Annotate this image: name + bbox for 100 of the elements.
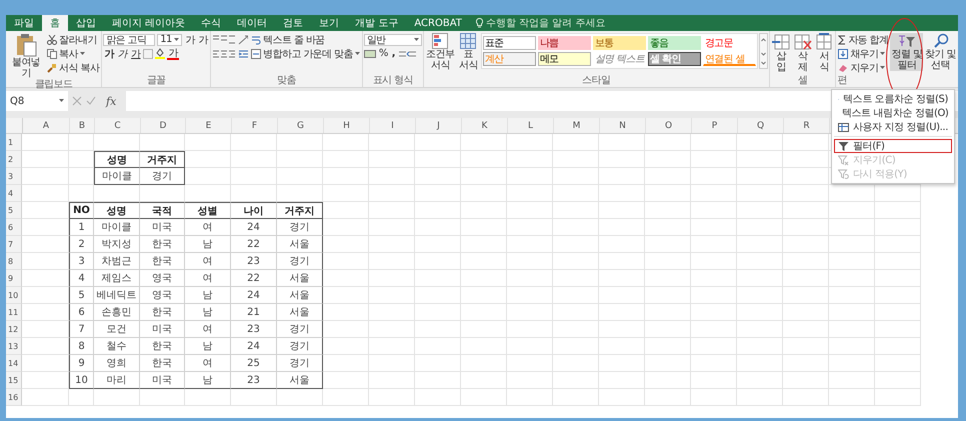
column-header[interactable]: K bbox=[462, 118, 508, 133]
cell-style[interactable]: 설명 텍스트 bbox=[592, 52, 646, 66]
row-header[interactable]: 2 bbox=[6, 151, 22, 168]
grid-cell bbox=[599, 287, 645, 304]
column-header[interactable]: J bbox=[416, 118, 462, 133]
row-header[interactable]: 14 bbox=[6, 355, 22, 372]
grid-cell bbox=[691, 168, 737, 185]
ribbon-tab[interactable]: 페이지 레이아웃 bbox=[104, 15, 194, 31]
row-header[interactable]: 5 bbox=[6, 202, 22, 219]
font-size-field[interactable]: 11 bbox=[157, 34, 182, 46]
grid-cell bbox=[599, 151, 645, 168]
column-header[interactable]: D bbox=[141, 118, 186, 133]
column-header[interactable]: I bbox=[370, 118, 416, 133]
ribbon-tab[interactable]: 삽입 bbox=[68, 15, 104, 31]
grid-cell bbox=[691, 270, 737, 287]
row-header[interactable]: 12 bbox=[6, 321, 22, 338]
row-header[interactable]: 9 bbox=[6, 270, 22, 287]
column-header[interactable]: R bbox=[784, 118, 830, 133]
ribbon-tab[interactable]: ACROBAT bbox=[406, 15, 470, 31]
table-cell: 영국 bbox=[140, 270, 185, 287]
shrink-font-button[interactable]: 가 bbox=[198, 33, 210, 46]
grid-cell bbox=[277, 389, 323, 406]
column-header[interactable]: C bbox=[95, 118, 141, 133]
cell-style[interactable]: 메모 bbox=[538, 52, 591, 66]
column-header[interactable]: Q bbox=[738, 118, 784, 133]
row-header[interactable]: 13 bbox=[6, 338, 22, 355]
row-header[interactable]: 11 bbox=[6, 304, 22, 321]
merge-icon bbox=[251, 48, 262, 58]
row-header[interactable]: 15 bbox=[6, 372, 22, 389]
column-header[interactable]: B bbox=[70, 118, 95, 133]
ribbon-tab[interactable]: 검토 bbox=[275, 15, 312, 31]
autosum-button[interactable]: 자동 합계 bbox=[837, 33, 890, 46]
bold-button[interactable]: 가 bbox=[103, 47, 115, 60]
menu-item[interactable]: 사용자 지정 정렬(U)... bbox=[834, 120, 952, 134]
cell-style[interactable]: 나쁨 bbox=[538, 36, 591, 50]
cell-style[interactable]: 보통 bbox=[592, 36, 646, 50]
grid-cell bbox=[737, 270, 783, 287]
menu-item[interactable]: 필터(F) bbox=[834, 139, 952, 153]
cut-button[interactable]: 잘라내기 bbox=[46, 33, 100, 46]
grid-cell bbox=[645, 253, 691, 270]
column-header[interactable]: P bbox=[692, 118, 738, 133]
delete-cells-button[interactable]: 삭제 bbox=[792, 33, 813, 73]
column-header[interactable]: A bbox=[23, 118, 70, 133]
wrap-text-button[interactable]: 텍스트 줄 바꿈 bbox=[250, 33, 326, 46]
row-header[interactable]: 7 bbox=[6, 236, 22, 253]
underline-button[interactable]: 가 bbox=[130, 47, 142, 60]
ribbon-tab[interactable]: 홈 bbox=[42, 15, 68, 31]
ribbon-tab[interactable]: 데이터 bbox=[229, 15, 276, 31]
format-as-table-button[interactable]: 표 서식 bbox=[456, 33, 480, 71]
column-header[interactable]: L bbox=[508, 118, 554, 133]
row-header[interactable]: 10 bbox=[6, 287, 22, 304]
row-header[interactable]: 6 bbox=[6, 219, 22, 236]
conditional-format-button[interactable]: 조건부 서식 bbox=[424, 33, 456, 71]
row-header[interactable]: 1 bbox=[6, 134, 22, 151]
column-header[interactable]: O bbox=[646, 118, 692, 133]
menu-item[interactable]: 텍스트 오름차순 정렬(S) bbox=[834, 92, 952, 106]
menu-item[interactable]: 텍스트 내림차순 정렬(O) bbox=[834, 106, 952, 120]
grow-font-button[interactable]: 가 bbox=[184, 33, 196, 46]
grid-cell bbox=[277, 168, 323, 185]
table-cell: 박지성 bbox=[94, 236, 140, 253]
name-box[interactable]: Q8 bbox=[6, 91, 68, 111]
format-painter-button[interactable]: 서식 복사 bbox=[46, 61, 100, 74]
column-header[interactable]: N bbox=[600, 118, 646, 133]
column-header[interactable]: H bbox=[324, 118, 370, 133]
clear-button[interactable]: 지우기 bbox=[837, 61, 890, 74]
copy-button[interactable]: 복사 bbox=[46, 47, 100, 60]
comma-button[interactable]: , bbox=[390, 47, 396, 60]
ribbon-tab[interactable]: 개발 도구 bbox=[347, 15, 406, 31]
percent-button[interactable]: % bbox=[378, 47, 389, 60]
font-name-field[interactable]: 맑은 고딕 bbox=[103, 34, 156, 46]
ribbon-tab[interactable]: 보기 bbox=[311, 15, 348, 31]
fill-button[interactable]: 채우기 bbox=[837, 47, 890, 60]
grid-cell bbox=[69, 389, 94, 406]
italic-button[interactable]: 가 bbox=[116, 47, 128, 60]
sort-filter-button[interactable]: 정렬 및 필터 bbox=[890, 33, 924, 71]
font-color-button[interactable]: 가 bbox=[167, 47, 179, 60]
row-header[interactable]: 8 bbox=[6, 253, 22, 270]
format-cells-button[interactable]: 서식 bbox=[814, 33, 834, 73]
grid-cell bbox=[323, 304, 369, 321]
column-header[interactable]: G bbox=[278, 118, 324, 133]
find-select-button[interactable]: 찾기 및 선택 bbox=[924, 33, 957, 71]
column-header[interactable]: E bbox=[186, 118, 232, 133]
insert-function-button[interactable]: fx bbox=[100, 94, 122, 108]
row-header[interactable]: 16 bbox=[6, 389, 22, 406]
ribbon-tab[interactable]: 파일 bbox=[6, 15, 42, 31]
row-header[interactable]: 3 bbox=[6, 168, 22, 185]
insert-cells-button[interactable]: 삽입 bbox=[770, 33, 792, 73]
column-header[interactable]: M bbox=[554, 118, 600, 133]
paste-button[interactable]: 붙여넣기 bbox=[7, 33, 46, 79]
merge-center-button[interactable]: 병합하고 가운데 맞춤 bbox=[250, 47, 361, 60]
column-header[interactable]: F bbox=[232, 118, 278, 133]
cell-style[interactable]: 좋음 bbox=[648, 36, 701, 50]
grid-cell bbox=[829, 202, 875, 219]
ribbon-tab[interactable]: 수식 bbox=[193, 15, 230, 31]
tell-me-box[interactable]: 수행할 작업을 알려 주세요 bbox=[470, 15, 606, 31]
cell-style[interactable]: 표준 bbox=[482, 36, 536, 50]
cell-style[interactable]: 경고문 bbox=[702, 36, 756, 50]
grid-cell bbox=[829, 236, 875, 253]
row-header[interactable]: 4 bbox=[6, 185, 22, 202]
number-format-field[interactable]: 일반 bbox=[364, 34, 422, 46]
